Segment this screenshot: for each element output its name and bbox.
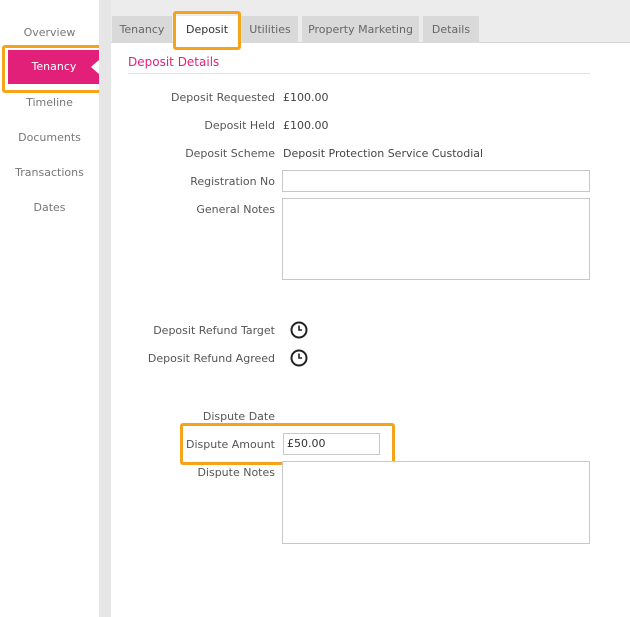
section-title: Deposit Details [128,55,220,69]
sidebar-item-documents[interactable]: Documents [0,131,99,144]
clock-icon[interactable] [290,321,308,339]
deposit-scheme-label: Deposit Scheme [185,147,275,160]
highlight-box-dispute-amount [180,423,395,465]
deposit-refund-agreed-label: Deposit Refund Agreed [147,352,275,365]
deposit-requested-value: £100.00 [283,91,329,104]
section-divider [128,73,590,74]
general-notes-field[interactable] [282,198,590,280]
highlight-box-tab [173,11,241,50]
dispute-notes-label: Dispute Notes [197,466,275,479]
deposit-refund-target-label: Deposit Refund Target [153,324,275,337]
dispute-date-label: Dispute Date [202,410,275,423]
sidebar-item-transactions[interactable]: Transactions [0,166,99,179]
tab-property-marketing[interactable]: Property Marketing [302,16,419,43]
tab-details[interactable]: Details [423,16,479,43]
dispute-notes-field[interactable] [282,461,590,544]
registration-no-label: Registration No [190,175,275,188]
highlight-box-sidebar [2,45,108,93]
panel-divider [99,0,111,617]
clock-icon[interactable] [290,349,308,367]
general-notes-label: General Notes [196,203,275,216]
deposit-held-label: Deposit Held [204,119,275,132]
sidebar-item-timeline[interactable]: Timeline [0,96,99,109]
deposit-scheme-value: Deposit Protection Service Custodial [283,147,484,160]
tab-utilities[interactable]: Utilities [242,16,298,43]
deposit-requested-label: Deposit Requested [171,91,275,104]
deposit-held-value: £100.00 [283,119,329,132]
tab-tenancy[interactable]: Tenancy [112,16,172,43]
registration-no-field[interactable] [282,170,590,192]
sidebar-item-overview[interactable]: Overview [0,26,99,39]
sidebar-item-dates[interactable]: Dates [0,201,99,214]
